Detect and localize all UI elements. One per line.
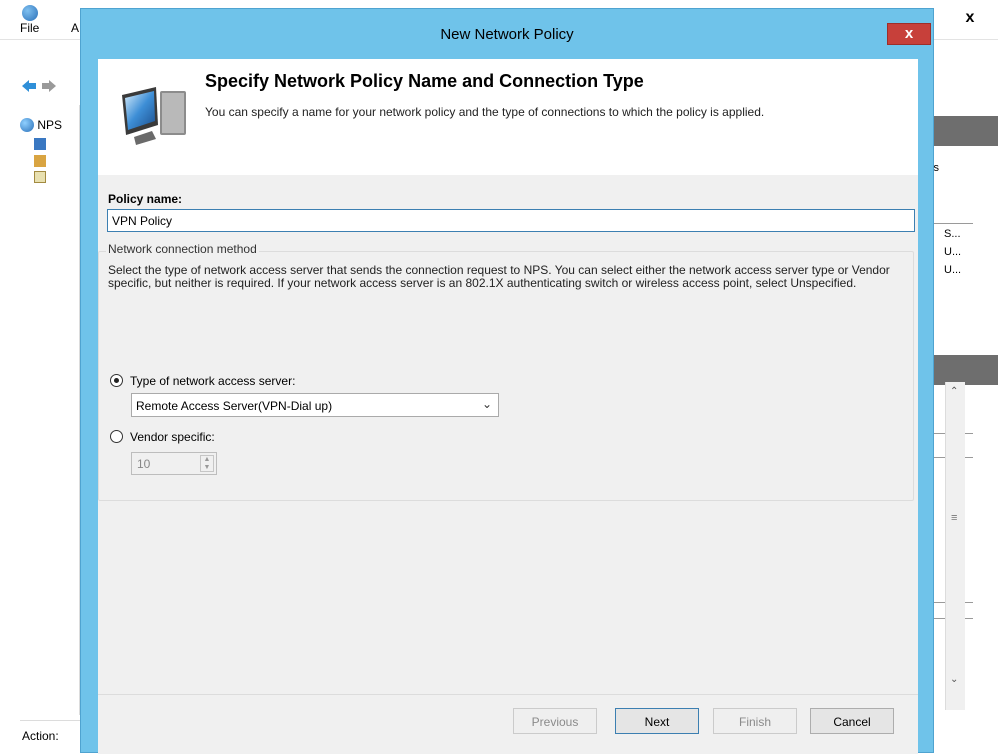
vendor-id-value: 10 [137, 457, 151, 471]
right-pane-divider [928, 223, 973, 224]
previous-button[interactable]: Previous [513, 708, 597, 734]
dialog-titlebar[interactable]: New Network Policy x [81, 9, 933, 59]
vendor-id-stepper[interactable]: 10 ▲ ▼ [131, 452, 217, 475]
right-pane-cell: U... [944, 264, 962, 276]
dialog-close-button[interactable]: x [887, 23, 931, 45]
spin-arrows-icon[interactable]: ▲ ▼ [200, 455, 214, 472]
finish-button[interactable]: Finish [713, 708, 797, 734]
policy-name-input[interactable] [107, 209, 915, 232]
background-toolbar [20, 78, 80, 100]
right-pane-cell: U... [944, 246, 962, 258]
vendor-specific-radio[interactable] [110, 430, 123, 443]
nps-app-icon [22, 5, 38, 21]
network-computer-icon [122, 87, 186, 145]
type-of-server-radio[interactable] [110, 374, 123, 387]
wizard-header: Specify Network Policy Name and Connecti… [98, 59, 918, 175]
background-close-button[interactable]: x [946, 4, 994, 32]
next-button[interactable]: Next [615, 708, 699, 734]
chevron-down-icon: ⌄ [481, 397, 492, 411]
dialog-client-area: Specify Network Policy Name and Connecti… [98, 59, 918, 754]
vendor-specific-label[interactable]: Vendor specific: [130, 430, 215, 444]
menu-action[interactable]: A [71, 21, 79, 35]
policy-name-label: Policy name: [108, 192, 183, 206]
connection-method-description: Select the type of network access server… [108, 263, 890, 290]
tree-root-item[interactable]: NPS [20, 117, 62, 132]
scroll-up-icon[interactable]: ⌃ [950, 386, 958, 397]
back-forward-icons[interactable] [20, 78, 64, 94]
status-label: Action: [22, 729, 59, 743]
type-of-server-label[interactable]: Type of network access server: [130, 374, 295, 388]
server-type-dropdown[interactable]: Remote Access Server(VPN-Dial up) ⌄ [131, 393, 499, 417]
right-pane-cell: S... [944, 228, 961, 240]
dialog-title: New Network Policy [440, 26, 574, 43]
tree-root-label: NPS [37, 117, 63, 132]
background-statusbar: Action: [20, 720, 80, 753]
accounting-icon[interactable] [34, 171, 46, 183]
nps-node-icon [20, 117, 34, 132]
scroll-grip-icon[interactable]: ≡ [951, 512, 957, 524]
right-pane-header-band [928, 116, 998, 146]
wizard-page-subtitle: You can specify a name for your network … [205, 105, 765, 119]
radius-clients-icon[interactable] [34, 138, 46, 150]
new-network-policy-dialog: New Network Policy x Specify Network Pol [80, 8, 934, 754]
cancel-button[interactable]: Cancel [810, 708, 894, 734]
wizard-page-title: Specify Network Policy Name and Connecti… [205, 71, 644, 91]
server-type-selected-value: Remote Access Server(VPN-Dial up) [136, 399, 333, 413]
footer-separator [98, 694, 918, 695]
scroll-down-icon[interactable]: ⌄ [950, 674, 958, 685]
console-tree-pane: NPS [20, 105, 80, 715]
connection-method-legend: Network connection method [106, 242, 259, 256]
policies-icon[interactable] [34, 155, 46, 167]
right-pane-scrollbar[interactable]: ⌃ ≡ ⌄ [945, 382, 965, 710]
menu-file[interactable]: File [20, 21, 39, 35]
right-pane-header-band-2 [928, 355, 998, 385]
